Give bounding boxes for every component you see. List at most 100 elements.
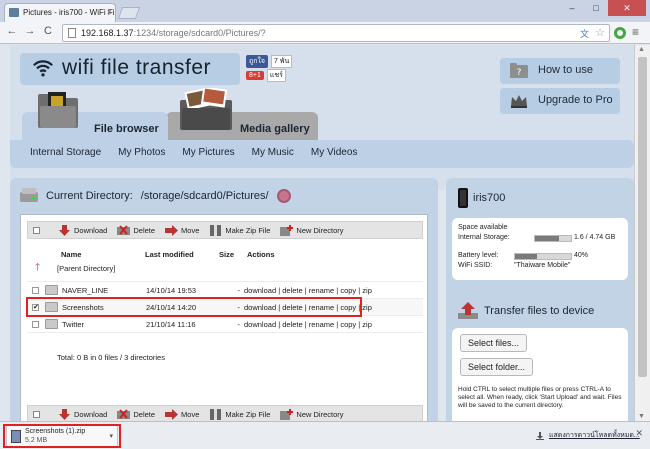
window-controls: – □ ✕ (560, 0, 646, 16)
current-directory-path: /storage/sdcard0/Pictures/ (140, 190, 269, 202)
new-directory-action[interactable]: New Directory (280, 224, 344, 236)
show-all-downloads[interactable]: แสดงการดาวน์โหลดทั้งหมด... (536, 430, 640, 441)
battery-row: Battery level: 40% (458, 252, 622, 262)
select-all-checkbox[interactable] (33, 410, 40, 418)
tab-media-gallery-label: Media gallery (240, 123, 310, 135)
download-action-label: Download (74, 409, 108, 419)
scroll-up-icon[interactable]: ▲ (638, 46, 645, 53)
nav-my-videos[interactable]: My Videos (311, 147, 358, 168)
browser-tab[interactable]: Pictures - iris700 - WiFi Fi × (4, 3, 116, 22)
reload-button[interactable]: C (40, 25, 56, 37)
new-directory-action-label: New Directory (296, 409, 344, 419)
google-plus-share[interactable]: แชร์ (266, 69, 286, 82)
scroll-down-icon[interactable]: ▼ (638, 413, 645, 420)
zip-icon (210, 408, 222, 420)
download-icon (59, 408, 70, 420)
transfer-title: Transfer files to device (458, 302, 594, 319)
nav-my-music[interactable]: My Music (252, 147, 294, 168)
parent-directory-link[interactable]: [Parent Directory] (57, 264, 115, 273)
address-bar[interactable]: 192.168.1.37:1234/storage/sdcard0/Pictur… (62, 24, 610, 42)
folder-icon (45, 285, 58, 295)
zip-action[interactable]: Make Zip File (209, 224, 270, 236)
svg-text:?: ? (517, 68, 522, 78)
row-checkbox[interactable] (32, 320, 39, 328)
file-table: Name Last modified Size Actions 🡑 [Paren… (27, 247, 423, 333)
battery-value: 40% (574, 252, 589, 259)
extension-icon[interactable] (614, 27, 626, 39)
row-actions[interactable]: download | delete | rename | copy | zip (244, 320, 372, 329)
move-action[interactable]: Move (165, 408, 199, 420)
select-folder-button[interactable]: Select folder... (460, 358, 534, 376)
row-modified: 21/10/14 11:16 (146, 319, 196, 329)
row-name[interactable]: NAVER_LINE (62, 286, 146, 295)
photo-folder-icon (180, 88, 232, 130)
zip-action[interactable]: Make Zip File (209, 408, 271, 420)
google-plus[interactable]: 8+1 แชร์ (246, 69, 286, 82)
transfer-title-label: Transfer files to device (484, 304, 595, 317)
close-download-bar-icon[interactable]: ✕ (635, 428, 643, 439)
forward-button[interactable]: → (22, 25, 38, 37)
device-name: iris700 (473, 192, 506, 204)
storage-nav: Internal Storage My Photos My Pictures M… (10, 140, 634, 168)
new-tab-button[interactable] (117, 7, 141, 19)
close-window-button[interactable]: ✕ (608, 0, 646, 16)
page-content: wifi file transfer ถูกใจ 7 พัน 8+1 แชร์ … (0, 45, 650, 421)
nav-internal-storage[interactable]: Internal Storage (30, 147, 101, 168)
google-plus-button[interactable]: 8+1 (246, 71, 264, 80)
delete-action[interactable]: Delete (117, 224, 155, 236)
how-to-use-button[interactable]: ? How to use (500, 58, 620, 84)
zip-action-label: Make Zip File (225, 409, 271, 419)
battery-label: Battery level: (458, 252, 499, 259)
downloads-icon (536, 431, 544, 440)
table-row[interactable]: Twitter 21/10/14 11:16 - download | dele… (27, 316, 423, 333)
upgrade-button[interactable]: Upgrade to Pro (500, 88, 620, 114)
device-info: Space available Internal Storage: 1.6 / … (452, 218, 628, 280)
row-name[interactable]: Twitter (62, 320, 146, 329)
new-directory-action[interactable]: New Directory (280, 408, 344, 420)
minimize-button[interactable]: – (560, 0, 584, 16)
row-actions[interactable]: download | delete | rename | copy | zip (244, 286, 372, 295)
tab-close-icon[interactable]: × (107, 7, 112, 17)
show-all-downloads-label: แสดงการดาวน์โหลดทั้งหมด... (549, 432, 640, 439)
scrollbar-thumb[interactable] (638, 57, 647, 377)
delete-action[interactable]: Delete (117, 408, 155, 420)
download-action[interactable]: Download (58, 224, 107, 236)
facebook-like-button[interactable]: ถูกใจ (246, 55, 268, 68)
row-size: - (237, 285, 241, 295)
upgrade-label: Upgrade to Pro (538, 94, 613, 106)
download-action[interactable]: Download (58, 408, 108, 420)
select-all-checkbox[interactable] (33, 226, 40, 234)
move-action-label: Move (181, 225, 200, 235)
bookmark-star-icon[interactable]: ☆ (595, 26, 605, 39)
refresh-icon[interactable] (276, 189, 291, 203)
facebook-like[interactable]: ถูกใจ 7 พัน (246, 55, 293, 68)
tab-title: Pictures - iris700 - WiFi Fi (23, 8, 115, 17)
nav-my-photos[interactable]: My Photos (118, 147, 165, 168)
delete-icon (117, 408, 131, 419)
move-action[interactable]: Move (165, 224, 200, 236)
file-list: Download Delete Move Make Zip File New D… (20, 214, 428, 421)
battery-bar (514, 253, 572, 260)
row-checkbox[interactable] (32, 286, 39, 294)
internal-storage-label: Internal Storage: (458, 234, 510, 241)
parent-directory-row[interactable]: 🡑 [Parent Directory] (27, 261, 423, 276)
download-bar: Screenshots (1).zip 5.2 MB ▾ แสดงการดาวน… (0, 421, 650, 449)
device-title: iris700 (458, 188, 505, 208)
facebook-like-count: 7 พัน (271, 55, 293, 68)
menu-icon[interactable]: ≡ (632, 25, 639, 39)
storage-usage-bar (534, 235, 572, 242)
url-host: 192.168.1.37 (81, 28, 134, 38)
select-files-button[interactable]: Select files... (460, 334, 528, 352)
translate-icon[interactable]: 文 (580, 27, 589, 40)
col-name[interactable]: Name (61, 250, 145, 259)
maximize-button[interactable]: □ (584, 0, 608, 16)
new-folder-icon (280, 224, 294, 236)
delete-icon (117, 224, 131, 235)
col-size[interactable]: Size (219, 250, 247, 259)
nav-my-pictures[interactable]: My Pictures (182, 147, 234, 168)
back-button[interactable]: ← (4, 25, 20, 37)
col-modified[interactable]: Last modified (145, 250, 219, 259)
page-scrollbar[interactable]: ▲ ▼ (634, 45, 650, 421)
total-summary: Total: 0 B in 0 files / 3 directories (57, 353, 165, 362)
